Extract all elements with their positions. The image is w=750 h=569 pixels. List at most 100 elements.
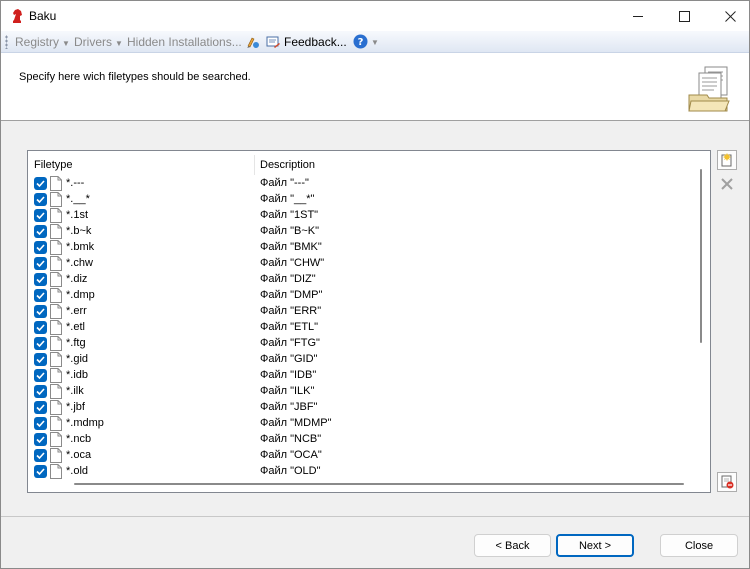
feedback-button[interactable]: Feedback... [284, 35, 347, 49]
list-item[interactable]: *.idb Файл "IDB" [32, 368, 696, 384]
back-button[interactable]: < Back [474, 534, 551, 557]
import-filetype-button[interactable] [717, 472, 737, 492]
list-item[interactable]: *.err Файл "ERR" [32, 304, 696, 320]
filetype-cell: *.etl [66, 321, 85, 333]
hidden-installations-button[interactable]: Hidden Installations... [127, 35, 242, 49]
filetype-cell: *.err [66, 305, 87, 317]
list-item[interactable]: *.bmk Файл "BMK" [32, 240, 696, 256]
checkmark-icon [36, 292, 45, 300]
list-item[interactable]: *.diz Файл "DIZ" [32, 272, 696, 288]
feedback-icon [266, 36, 280, 48]
filetype-cell: *.gid [66, 353, 89, 365]
filetype-cell: *.chw [66, 257, 93, 269]
checkbox[interactable] [34, 465, 47, 478]
list-item[interactable]: *.gid Файл "GID" [32, 352, 696, 368]
column-header-description[interactable]: Description [260, 155, 460, 175]
next-button[interactable]: Next > [556, 534, 634, 557]
checkmark-icon [36, 340, 45, 348]
file-icon [50, 400, 62, 415]
checkbox[interactable] [34, 401, 47, 414]
list-item[interactable]: *.chw Файл "CHW" [32, 256, 696, 272]
checkbox[interactable] [34, 305, 47, 318]
description-cell: Файл "JBF" [260, 401, 318, 413]
close-button[interactable]: Close [660, 534, 738, 557]
checkmark-icon [36, 260, 45, 268]
checkbox[interactable] [34, 321, 47, 334]
checkbox[interactable] [34, 273, 47, 286]
filetype-cell: *.ncb [66, 433, 92, 445]
description-cell: Файл "B~K" [260, 225, 320, 237]
checkmark-icon [36, 388, 45, 396]
checkbox[interactable] [34, 449, 47, 462]
chevron-down-icon: ▼ [371, 38, 379, 47]
description-cell: Файл "DMP" [260, 289, 323, 301]
window-title: Baku [29, 9, 57, 23]
list-item[interactable]: *.mdmp Файл "MDMP" [32, 416, 696, 432]
list-item[interactable]: *.1st Файл "1ST" [32, 208, 696, 224]
vertical-scrollbar[interactable] [697, 155, 705, 475]
list-item[interactable]: *.etl Файл "ETL" [32, 320, 696, 336]
list-item[interactable]: *.jbf Файл "JBF" [32, 400, 696, 416]
checkbox[interactable] [34, 369, 47, 382]
delete-filetype-button[interactable] [717, 174, 737, 194]
list-item[interactable]: *.--- Файл "---" [32, 176, 696, 192]
title-bar: Baku [1, 1, 749, 31]
list-item[interactable]: *.ilk Файл "ILK" [32, 384, 696, 400]
vertical-scroll-thumb[interactable] [700, 169, 702, 343]
horizontal-scroll-thumb[interactable] [74, 483, 684, 485]
description-cell: Файл "CHW" [260, 257, 325, 269]
toolbar-grip[interactable] [5, 35, 8, 49]
add-filetype-button[interactable] [717, 150, 737, 170]
checkbox[interactable] [34, 209, 47, 222]
file-icon [50, 448, 62, 463]
file-icon [50, 224, 62, 239]
documents-icon [688, 66, 730, 112]
list-item[interactable]: *.b~k Файл "B~K" [32, 224, 696, 240]
filetype-cell: *.old [66, 465, 89, 477]
checkmark-icon [36, 324, 45, 332]
filetype-cell: *.jbf [66, 401, 85, 413]
checkbox[interactable] [34, 289, 47, 302]
list-item[interactable]: *.ftg Файл "FTG" [32, 336, 696, 352]
checkbox[interactable] [34, 417, 47, 430]
checkbox[interactable] [34, 337, 47, 350]
list-item[interactable]: *.old Файл "OLD" [32, 464, 696, 479]
registry-menu[interactable]: Registry ▼ [15, 35, 70, 49]
checkbox[interactable] [34, 257, 47, 270]
file-icon [50, 320, 62, 335]
maximize-button[interactable] [661, 1, 707, 31]
list-viewport: Filetype Description *.--- Файл "---" *.__… [32, 155, 696, 479]
list-item[interactable]: *.oca Файл "OCA" [32, 448, 696, 464]
file-icon [50, 272, 62, 287]
filetype-list[interactable]: Filetype Description *.--- Файл "---" *.__… [27, 150, 711, 493]
checkbox[interactable] [34, 177, 47, 190]
checkbox[interactable] [34, 353, 47, 366]
description-cell: Файл "NCB" [260, 433, 322, 445]
chevron-down-icon: ▼ [115, 39, 123, 48]
horizontal-scrollbar[interactable] [44, 481, 690, 487]
list-item[interactable]: *.dmp Файл "DMP" [32, 288, 696, 304]
checkbox[interactable] [34, 385, 47, 398]
checkbox[interactable] [34, 193, 47, 206]
file-icon [50, 352, 62, 367]
minimize-button[interactable] [615, 1, 661, 31]
toolbar: Registry ▼ Drivers ▼ Hidden Installations.… [1, 31, 749, 53]
column-header-filetype[interactable]: Filetype [34, 155, 255, 175]
description-cell: Файл "FTG" [260, 337, 320, 349]
filetype-cell: *.diz [66, 273, 88, 285]
checkbox[interactable] [34, 433, 47, 446]
description-cell: Файл "---" [260, 177, 309, 189]
filetype-cell: *.dmp [66, 289, 95, 301]
list-item[interactable]: *.ncb Файл "NCB" [32, 432, 696, 448]
close-icon [724, 10, 736, 22]
list-item[interactable]: *.__* Файл "__*" [32, 192, 696, 208]
drivers-menu[interactable]: Drivers ▼ [74, 35, 123, 49]
close-window-button[interactable] [707, 1, 750, 31]
checkmark-icon [36, 228, 45, 236]
file-icon [50, 176, 62, 191]
paint-icon[interactable] [245, 34, 261, 50]
checkbox[interactable] [34, 241, 47, 254]
checkmark-icon [36, 372, 45, 380]
checkbox[interactable] [34, 225, 47, 238]
help-menu[interactable]: ? ▼ [353, 34, 379, 49]
